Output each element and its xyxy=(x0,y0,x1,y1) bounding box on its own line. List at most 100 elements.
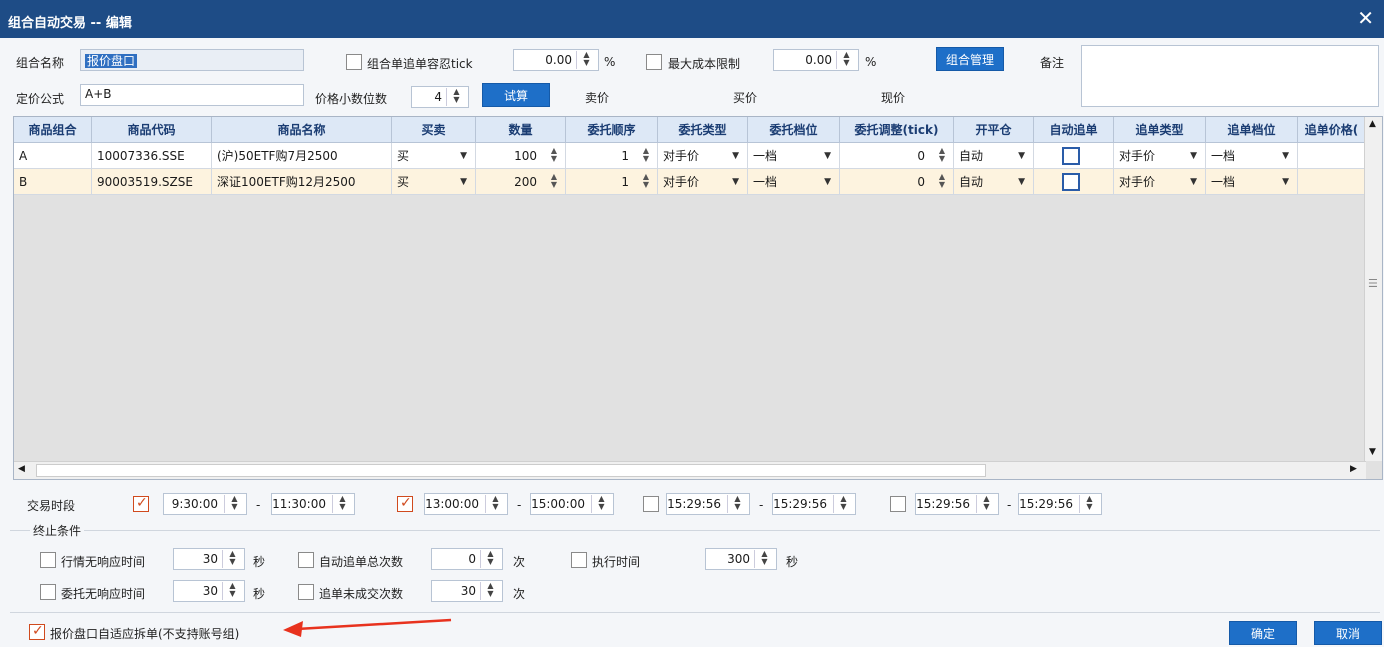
cell-combo[interactable]: A xyxy=(14,143,92,169)
close-icon[interactable]: ✕ xyxy=(1357,7,1374,29)
col-header[interactable]: 追单档位 xyxy=(1206,117,1298,143)
buy-price-label: 买价 xyxy=(733,91,758,105)
cell-adjust[interactable]: 0 ▲ ▼ xyxy=(840,143,954,169)
calc-button[interactable]: 试算 xyxy=(482,83,550,107)
cell-autochase[interactable] xyxy=(1034,169,1114,195)
session-1-end[interactable]: 11:30:00 ▲ ▼ xyxy=(271,493,355,515)
tolerance-stepper[interactable]: 0.00 ▲ ▼ xyxy=(513,49,599,71)
col-header[interactable]: 开平仓 xyxy=(954,117,1034,143)
cell-adjust[interactable]: 0 ▲ ▼ xyxy=(840,169,954,195)
col-header[interactable]: 委托档位 xyxy=(748,117,840,143)
market-timeout-stepper[interactable]: 30 ▲ ▼ xyxy=(173,548,245,570)
cell-combo[interactable]: B xyxy=(14,169,92,195)
session-2-checkbox[interactable] xyxy=(397,495,413,512)
window-title: 组合自动交易 -- 编辑 xyxy=(8,16,132,31)
col-header[interactable]: 买卖 xyxy=(392,117,476,143)
scroll-right-icon[interactable]: ▶ xyxy=(1350,464,1357,474)
vertical-scrollbar[interactable]: ▲ ☰ ▼ xyxy=(1364,117,1382,461)
stepper-icon: ▲ ▼ xyxy=(550,146,557,163)
cell-otype[interactable]: 对手价 ▼ xyxy=(658,169,748,195)
maxcost-label: 最大成本限制 xyxy=(668,57,741,71)
cell-name[interactable]: (沪)50ETF购7月2500 xyxy=(212,143,392,169)
chase-unfilled-stepper[interactable]: 30 ▲ ▼ xyxy=(431,580,503,602)
maxcost-stepper[interactable]: 0.00 ▲ ▼ xyxy=(773,49,859,71)
cell-chase-price[interactable] xyxy=(1298,169,1366,195)
cell-autochase[interactable] xyxy=(1034,143,1114,169)
cell-code[interactable]: 10007336.SSE xyxy=(92,143,212,169)
order-timeout-label: 委托无响应时间 xyxy=(61,587,146,601)
session-4-dash: - xyxy=(1007,498,1012,512)
session-3-start[interactable]: 15:29:56 ▲ ▼ xyxy=(666,493,750,515)
cell-olevel[interactable]: 一档 ▼ xyxy=(748,143,840,169)
cell-code[interactable]: 90003519.SZSE xyxy=(92,169,212,195)
dropdown-icon: ▼ xyxy=(824,177,831,187)
cell-order[interactable]: 1 ▲ ▼ xyxy=(566,169,658,195)
formula-input[interactable]: A+B xyxy=(80,84,304,106)
session-4-checkbox[interactable] xyxy=(890,496,906,512)
market-timeout-label: 行情无响应时间 xyxy=(61,555,146,569)
market-timeout-checkbox[interactable] xyxy=(40,552,56,568)
cell-olevel[interactable]: 一档 ▼ xyxy=(748,169,840,195)
tolerance-checkbox[interactable] xyxy=(346,54,362,70)
chase-total-stepper[interactable]: 0 ▲ ▼ xyxy=(431,548,503,570)
autochase-checkbox[interactable] xyxy=(1062,173,1080,191)
col-header[interactable]: 委托调整(tick) xyxy=(840,117,954,143)
cell-otype[interactable]: 对手价 ▼ xyxy=(658,143,748,169)
cell-chase-type[interactable]: 对手价 ▼ xyxy=(1114,169,1206,195)
cell-chase-price[interactable] xyxy=(1298,143,1366,169)
col-header[interactable]: 商品组合 xyxy=(14,117,92,143)
scroll-grip-icon[interactable]: ☰ xyxy=(1368,277,1378,290)
session-1-checkbox[interactable] xyxy=(133,495,149,512)
col-header[interactable]: 数量 xyxy=(476,117,566,143)
chase-total-label: 自动追单总次数 xyxy=(319,555,404,569)
cell-order[interactable]: 1 ▲ ▼ xyxy=(566,143,658,169)
order-timeout-stepper[interactable]: 30 ▲ ▼ xyxy=(173,580,245,602)
session-3-checkbox[interactable] xyxy=(643,496,659,512)
horizontal-scrollbar[interactable]: ◀ ▶ xyxy=(14,461,1366,479)
col-header[interactable]: 追单类型 xyxy=(1114,117,1206,143)
stepper-icon: ▲ ▼ xyxy=(642,146,649,163)
session-2-end[interactable]: 15:00:00 ▲ ▼ xyxy=(530,493,614,515)
cell-openclose[interactable]: 自动 ▼ xyxy=(954,143,1034,169)
cell-chase-level[interactable]: 一档 ▼ xyxy=(1206,169,1298,195)
session-4-start[interactable]: 15:29:56 ▲ ▼ xyxy=(915,493,999,515)
scroll-down-icon[interactable]: ▼ xyxy=(1369,447,1376,457)
col-header[interactable]: 自动追单 xyxy=(1034,117,1114,143)
session-3-end[interactable]: 15:29:56 ▲ ▼ xyxy=(772,493,856,515)
adaptive-split-checkbox[interactable] xyxy=(29,623,45,640)
decimals-stepper[interactable]: 4 ▲ ▼ xyxy=(411,86,469,108)
exec-time-stepper[interactable]: 300 ▲ ▼ xyxy=(705,548,777,570)
scroll-up-icon[interactable]: ▲ xyxy=(1369,119,1376,129)
session-2-start[interactable]: 13:00:00 ▲ ▼ xyxy=(424,493,508,515)
chase-total-checkbox[interactable] xyxy=(298,552,314,568)
scroll-thumb[interactable] xyxy=(36,464,986,477)
remark-textarea[interactable] xyxy=(1081,45,1379,107)
col-header[interactable]: 商品代码 xyxy=(92,117,212,143)
ok-button[interactable]: 确定 xyxy=(1229,621,1297,645)
cancel-button[interactable]: 取消 xyxy=(1314,621,1382,645)
col-header[interactable]: 商品名称 xyxy=(212,117,392,143)
col-header[interactable]: 追单价格( xyxy=(1298,117,1366,143)
chase-unfilled-checkbox[interactable] xyxy=(298,584,314,600)
cell-openclose[interactable]: 自动 ▼ xyxy=(954,169,1034,195)
cell-chase-type[interactable]: 对手价 ▼ xyxy=(1114,143,1206,169)
maxcost-checkbox[interactable] xyxy=(646,54,662,70)
cell-name[interactable]: 深证100ETF购12月2500 xyxy=(212,169,392,195)
cell-qty[interactable]: 100 ▲ ▼ xyxy=(476,143,566,169)
cell-qty[interactable]: 200 ▲ ▼ xyxy=(476,169,566,195)
dropdown-icon: ▼ xyxy=(1282,151,1289,161)
exec-time-checkbox[interactable] xyxy=(571,552,587,568)
cell-side[interactable]: 买 ▼ xyxy=(392,169,476,195)
session-4-end[interactable]: 15:29:56 ▲ ▼ xyxy=(1018,493,1102,515)
scroll-left-icon[interactable]: ◀ xyxy=(18,464,25,474)
combo-manage-button[interactable]: 组合管理 xyxy=(936,47,1004,71)
cell-chase-level[interactable]: 一档 ▼ xyxy=(1206,143,1298,169)
col-header[interactable]: 委托顺序 xyxy=(566,117,658,143)
autochase-checkbox[interactable] xyxy=(1062,147,1080,165)
combo-name-input[interactable]: 报价盘口 xyxy=(80,49,304,71)
cell-side[interactable]: 买 ▼ xyxy=(392,143,476,169)
session-1-start[interactable]: 9:30:00 ▲ ▼ xyxy=(163,493,247,515)
col-header[interactable]: 委托类型 xyxy=(658,117,748,143)
decimals-label: 价格小数位数 xyxy=(315,92,388,106)
order-timeout-checkbox[interactable] xyxy=(40,584,56,600)
